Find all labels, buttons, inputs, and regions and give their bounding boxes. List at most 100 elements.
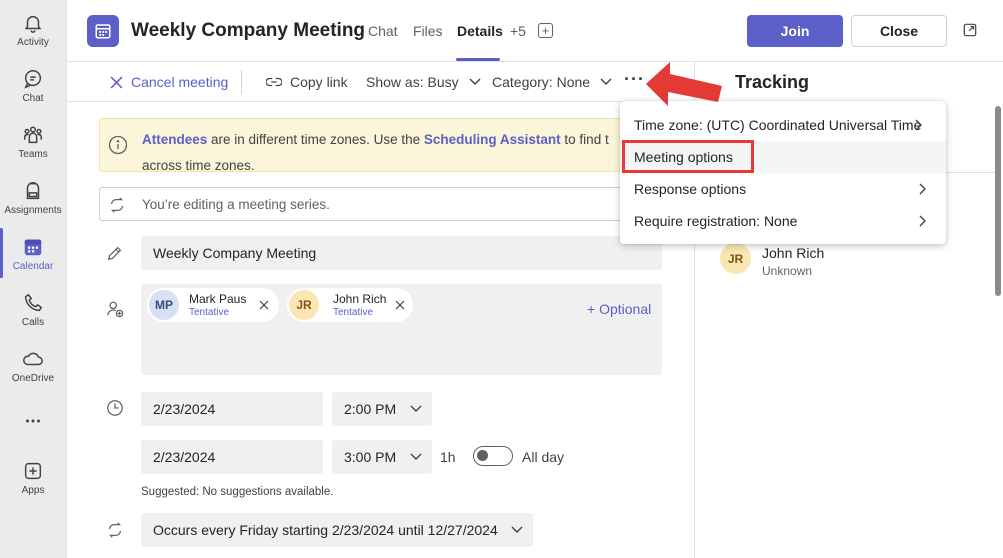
chevron-down-icon: [600, 78, 612, 85]
rail-item-assignments[interactable]: Assignments: [0, 178, 66, 232]
close-icon: [110, 76, 123, 88]
rail-item-teams[interactable]: Teams: [0, 122, 66, 176]
attendee-name: John Rich: [333, 292, 387, 306]
end-time-value: 3:00 PM: [344, 449, 397, 465]
tab-files[interactable]: Files: [413, 23, 443, 39]
series-notice-text: You’re editing a meeting series.: [142, 197, 330, 212]
tab-details[interactable]: Details: [457, 23, 503, 39]
rail-item-onedrive[interactable]: OneDrive: [0, 346, 66, 400]
attendee-status: Tentative: [333, 307, 374, 318]
tracking-attendee-status: Unknown: [762, 264, 813, 278]
copy-link-label: Copy link: [290, 74, 348, 90]
join-button[interactable]: Join: [747, 15, 843, 47]
start-date-value: 2/23/2024: [153, 401, 216, 417]
attendees-link[interactable]: Attendees: [142, 132, 207, 147]
chevron-down-icon: [469, 78, 481, 85]
all-day-toggle[interactable]: [473, 446, 513, 466]
timezone-info-banner: Attendees are in different time zones. U…: [99, 118, 662, 172]
start-time-value: 2:00 PM: [344, 401, 397, 417]
add-optional-attendee-link[interactable]: + Optional: [587, 301, 651, 317]
teams-icon: [24, 126, 42, 144]
rail-item-chat[interactable]: Chat: [0, 66, 66, 120]
attendee-name: Mark Paus: [189, 292, 247, 306]
more-icon: [26, 419, 40, 423]
popout-icon[interactable]: [963, 23, 977, 37]
attendee-chip: JR John Rich Tentative: [287, 288, 413, 322]
scrollbar[interactable]: [995, 106, 1001, 296]
tab-chat[interactable]: Chat: [368, 23, 398, 39]
rail-item-label: Activity: [17, 37, 49, 48]
repeat-icon: [108, 522, 122, 538]
meeting-toolbar: Cancel meeting Copy link Show as: Busy C…: [67, 62, 707, 102]
category-label: Category: None: [492, 74, 591, 90]
annotation-highlight-box: [622, 140, 754, 173]
menu-item-response-options[interactable]: Response options: [620, 173, 946, 205]
category-dropdown[interactable]: Category: None: [492, 74, 620, 90]
end-date-picker[interactable]: 2/23/2024: [141, 440, 323, 474]
cloud-icon: [23, 352, 43, 366]
all-day-label: All day: [522, 449, 565, 465]
rail-item-label: Teams: [18, 149, 48, 160]
banner-text: Attendees are in different time zones. U…: [142, 127, 609, 172]
show-as-label: Show as: Busy: [366, 74, 459, 90]
chevron-down-icon: [410, 453, 422, 460]
calendar-app-icon: [87, 15, 119, 47]
rail-item-more[interactable]: [0, 408, 66, 462]
rail-item-calls[interactable]: Calls: [0, 290, 66, 344]
apps-icon: [24, 462, 42, 480]
app-rail: Activity Chat Teams Assignments Calendar…: [0, 0, 67, 558]
meeting-title-value: Weekly Company Meeting: [153, 245, 317, 261]
toolbar-divider: [241, 70, 242, 94]
clock-icon: [107, 400, 123, 416]
menu-item-require-registration[interactable]: Require registration: None: [620, 205, 946, 237]
attendee-status: Tentative: [189, 307, 230, 318]
remove-attendee-icon[interactable]: [259, 300, 269, 310]
scheduling-assistant-link[interactable]: Scheduling Assistant: [424, 132, 561, 147]
rail-item-label: Chat: [22, 93, 44, 104]
info-icon: [108, 135, 128, 155]
active-tab-indicator: [456, 58, 500, 61]
recurrence-value: Occurs every Friday starting 2/23/2024 u…: [153, 522, 498, 538]
rail-item-label: Calendar: [12, 261, 54, 272]
chevron-right-icon: [919, 183, 926, 195]
rail-item-apps[interactable]: Apps: [0, 458, 66, 512]
banner-text-line2: across time zones.: [142, 158, 255, 172]
menu-item-label: Time zone: (UTC) Coordinated Universal T…: [634, 117, 922, 133]
start-time-dropdown[interactable]: 2:00 PM: [332, 392, 432, 426]
banner-text-part: to find t: [560, 132, 609, 147]
rail-item-calendar[interactable]: Calendar: [0, 234, 66, 288]
start-date-picker[interactable]: 2/23/2024: [141, 392, 323, 426]
series-notice: You’re editing a meeting series.: [99, 187, 662, 221]
repeat-icon: [110, 197, 124, 213]
annotation-arrow-icon: [646, 62, 722, 106]
rail-item-label: Calls: [21, 317, 45, 328]
pencil-icon: [107, 246, 122, 261]
suggestion-hint: Suggested: No suggestions available.: [141, 486, 334, 498]
add-tab-icon[interactable]: +: [538, 23, 553, 38]
end-time-dropdown[interactable]: 3:00 PM: [332, 440, 432, 474]
chevron-down-icon: [410, 405, 422, 412]
close-button[interactable]: Close: [851, 15, 947, 47]
rail-item-activity[interactable]: Activity: [0, 10, 66, 64]
banner-text-part: are in different time zones. Use the: [207, 132, 424, 147]
avatar: JR: [720, 243, 751, 274]
meeting-header: Weekly Company Meeting Chat Files Detail…: [67, 0, 1003, 62]
tab-more-count[interactable]: +5: [510, 23, 526, 39]
recurrence-dropdown[interactable]: Occurs every Friday starting 2/23/2024 u…: [141, 513, 533, 547]
copy-link-button[interactable]: Copy link: [266, 74, 348, 90]
show-as-dropdown[interactable]: Show as: Busy: [366, 74, 489, 90]
rail-item-label: OneDrive: [11, 373, 55, 384]
chevron-right-icon: [915, 119, 922, 131]
chat-icon: [24, 70, 42, 89]
page-title: Weekly Company Meeting: [131, 20, 366, 41]
attendee-chip: MP Mark Paus Tentative: [147, 288, 279, 322]
cancel-meeting-button[interactable]: Cancel meeting: [110, 74, 228, 90]
remove-attendee-icon[interactable]: [395, 300, 405, 310]
add-person-icon: [107, 301, 124, 318]
avatar: JR: [289, 290, 319, 320]
calendar-icon: [95, 24, 111, 39]
meeting-title-input[interactable]: Weekly Company Meeting: [141, 236, 662, 270]
avatar: MP: [149, 290, 179, 320]
menu-item-label: Require registration: None: [634, 213, 798, 229]
calendar-icon: [24, 239, 42, 256]
